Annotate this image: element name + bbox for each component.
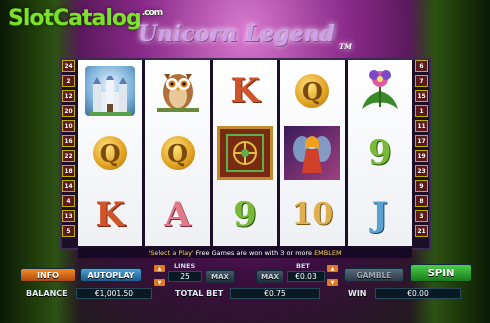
bet-down-arrow-icon[interactable]: ▼ — [327, 279, 338, 286]
reel-4: Q 10 — [280, 60, 345, 246]
game-title: Unicorn Legend — [137, 21, 336, 47]
fairy-icon — [284, 126, 341, 180]
payline-marker[interactable]: 12 — [62, 90, 75, 102]
info-emblem-text: EMBLEM — [314, 248, 342, 257]
game-logo: Unicorn Legend TM — [135, 17, 355, 51]
payline-marker[interactable]: 23 — [415, 165, 428, 177]
magic-flower-icon — [358, 65, 402, 117]
reel-1: Q K — [78, 60, 143, 246]
payline-marker[interactable]: 15 — [415, 90, 428, 102]
lines-value: 25 — [168, 271, 202, 282]
symbol-q: Q — [78, 122, 142, 184]
king-letter: K — [95, 195, 125, 235]
payline-marker[interactable]: 6 — [415, 60, 428, 72]
payline-marker[interactable]: 18 — [62, 165, 75, 177]
paylines-right: 6 7 15 1 11 17 19 23 9 8 3 21 — [415, 60, 429, 237]
info-button[interactable]: INFO — [20, 268, 76, 282]
bet-value: €0.03 — [287, 271, 325, 282]
win-label: WIN — [348, 289, 367, 298]
payline-marker[interactable]: 9 — [415, 180, 428, 192]
symbol-9: 9 — [348, 122, 412, 184]
symbol-j: J — [348, 184, 412, 246]
win-value: €0.00 — [375, 288, 461, 299]
payline-marker[interactable]: 3 — [415, 210, 428, 222]
symbol-k: K — [78, 184, 142, 246]
gamble-button[interactable]: GAMBLE — [344, 268, 404, 282]
payline-marker[interactable]: 1 — [415, 105, 428, 117]
lines-label: LINES — [174, 262, 196, 270]
game-stage: SlotCatalog.com Unicorn Legend TM 24 2 1… — [0, 0, 490, 323]
trademark: TM — [339, 42, 353, 51]
payline-marker[interactable]: 5 — [62, 225, 75, 237]
reels: Q K Q A K 9 Q 10 9 J — [78, 60, 413, 246]
payline-marker[interactable]: 20 — [62, 105, 75, 117]
payline-marker[interactable]: 13 — [62, 210, 75, 222]
symbol-q: Q — [145, 122, 209, 184]
bet-label: BET — [296, 262, 310, 270]
symbol-a: A — [145, 184, 209, 246]
symbol-owl — [145, 60, 209, 122]
symbol-castle — [78, 60, 142, 122]
queen-coin-icon: Q — [295, 74, 330, 108]
queen-coin-icon: Q — [160, 136, 195, 170]
watermark-brand: SlotCatalog — [8, 6, 142, 31]
reel-2: Q A — [145, 60, 210, 246]
payline-marker[interactable]: 22 — [62, 150, 75, 162]
balance-value: €1,001.50 — [76, 288, 152, 299]
symbol-9: 9 — [213, 184, 277, 246]
payline-marker[interactable]: 7 — [415, 75, 428, 87]
ace-letter: A — [164, 195, 191, 235]
nine-letter: 9 — [367, 133, 392, 173]
payline-marker[interactable]: 17 — [415, 135, 428, 147]
total-bet-label: TOTAL BET — [175, 289, 224, 298]
control-panel: INFO AUTOPLAY LINES ▲ ▼ 25 MAX BET MAX €… — [0, 262, 490, 323]
symbol-flower — [348, 60, 412, 122]
payline-marker[interactable]: 19 — [415, 150, 428, 162]
info-select-play: 'Select a Play' — [148, 248, 194, 257]
payline-marker[interactable]: 11 — [415, 120, 428, 132]
bet-up-arrow-icon[interactable]: ▲ — [327, 265, 338, 272]
symbol-q: Q — [280, 60, 344, 122]
payline-marker[interactable]: 10 — [62, 120, 75, 132]
jack-letter: J — [371, 195, 388, 235]
spin-button[interactable]: SPIN — [410, 264, 472, 282]
balance-label: BALANCE — [26, 289, 68, 298]
info-message: 'Select a Play' Free Games are won with … — [78, 247, 412, 258]
payline-marker[interactable]: 2 — [62, 75, 75, 87]
symbol-emblem — [213, 122, 277, 184]
payline-marker[interactable]: 21 — [415, 225, 428, 237]
lines-up-arrow-icon[interactable]: ▲ — [154, 265, 165, 272]
symbol-k: K — [213, 60, 277, 122]
payline-marker[interactable]: 24 — [62, 60, 75, 72]
payline-marker[interactable]: 4 — [62, 195, 75, 207]
reel-5: 9 J — [347, 60, 413, 246]
paylines-left: 24 2 12 20 10 16 22 18 14 4 13 5 — [62, 60, 76, 237]
lines-max-button[interactable]: MAX — [205, 270, 235, 284]
payline-marker[interactable]: 8 — [415, 195, 428, 207]
payline-marker[interactable]: 16 — [62, 135, 75, 147]
bet-max-button[interactable]: MAX — [256, 270, 284, 284]
king-letter: K — [230, 71, 260, 111]
owl-icon — [155, 64, 201, 118]
castle-icon — [85, 66, 136, 116]
payline-marker[interactable]: 14 — [62, 180, 75, 192]
symbol-fairy — [280, 122, 344, 184]
total-bet-value: €0.75 — [230, 288, 320, 299]
symbol-10: 10 — [280, 184, 344, 246]
lines-down-arrow-icon[interactable]: ▼ — [154, 279, 165, 286]
nine-letter: 9 — [233, 195, 257, 235]
reel-3: K 9 — [212, 60, 278, 246]
ten-letter: 10 — [291, 197, 334, 232]
info-free-games-text: Free Games are won with 3 or more — [195, 248, 313, 257]
celtic-emblem-icon — [217, 126, 274, 180]
queen-coin-icon: Q — [93, 136, 128, 170]
autoplay-button[interactable]: AUTOPLAY — [80, 268, 142, 282]
